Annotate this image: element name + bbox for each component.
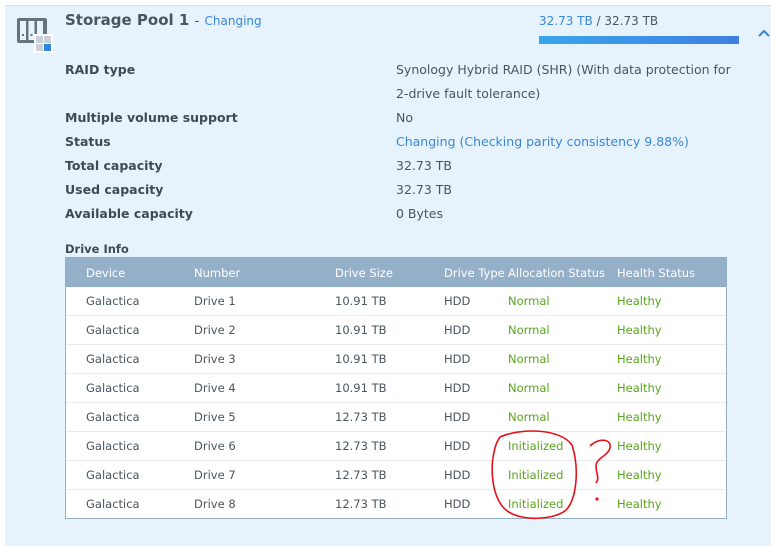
property-value: 32.73 TB	[396, 182, 452, 197]
pool-title: Storage Pool 1 - Changing	[65, 11, 262, 29]
pool-state-link[interactable]: Changing	[205, 14, 262, 28]
table-row[interactable]: Galactica Drive 3 10.91 TB HDD Normal Healthy	[66, 344, 726, 373]
property-label: Used capacity	[65, 182, 164, 197]
cell-device: Galactica	[86, 439, 140, 453]
cell-health-status: Healthy	[617, 497, 662, 511]
table-row[interactable]: Galactica Drive 6 12.73 TB HDD Initialized He…	[66, 431, 726, 460]
pool-properties: RAID type Synology Hybrid RAID (SHR) (Wi…	[65, 58, 765, 226]
table-body: Galactica Drive 1 10.91 TB HDD Normal Healthy…	[66, 287, 726, 518]
property-row-multiple-volume: Multiple volume support No	[65, 106, 765, 130]
cell-number: Drive 1	[194, 294, 236, 308]
table-row[interactable]: Galactica Drive 5 12.73 TB HDD Normal Healthy	[66, 402, 726, 431]
property-value: Synology Hybrid RAID (SHR) (With data pr…	[396, 62, 731, 101]
property-row-used-capacity: Used capacity 32.73 TB	[65, 178, 765, 202]
cell-drive-size: 10.91 TB	[335, 294, 387, 308]
property-label: Available capacity	[65, 206, 193, 221]
table-row[interactable]: Galactica Drive 2 10.91 TB HDD Normal Healthy	[66, 315, 726, 344]
property-value: No	[396, 110, 413, 125]
cell-drive-type: HDD	[444, 410, 471, 424]
cell-drive-type: HDD	[444, 294, 471, 308]
pool-usage-bar-fill	[539, 36, 739, 44]
cell-drive-type: HDD	[444, 381, 471, 395]
cell-device: Galactica	[86, 468, 140, 482]
storage-pool-icon	[17, 18, 53, 53]
cell-health-status: Healthy	[617, 468, 662, 482]
property-value: Changing (Checking parity consistency 9.…	[396, 130, 741, 154]
cell-drive-size: 12.73 TB	[335, 497, 387, 511]
pool-usage-separator: /	[592, 14, 605, 28]
cell-drive-type: HDD	[444, 439, 471, 453]
property-label: Multiple volume support	[65, 110, 238, 125]
cell-drive-type: HDD	[444, 497, 471, 511]
table-row[interactable]: Galactica Drive 1 10.91 TB HDD Normal Healthy	[66, 287, 726, 315]
column-header-drive-size[interactable]: Drive Size	[335, 266, 444, 280]
cell-number: Drive 2	[194, 323, 236, 337]
cell-drive-size: 12.73 TB	[335, 468, 387, 482]
table-row[interactable]: Galactica Drive 4 10.91 TB HDD Normal Healthy	[66, 373, 726, 402]
cell-device: Galactica	[86, 323, 140, 337]
column-header-device[interactable]: Device	[66, 266, 194, 280]
cell-number: Drive 5	[194, 410, 236, 424]
column-header-number[interactable]: Number	[194, 266, 335, 280]
property-label: Total capacity	[65, 158, 163, 173]
cell-number: Drive 8	[194, 497, 236, 511]
cell-number: Drive 3	[194, 352, 236, 366]
cell-allocation-status: Normal	[508, 294, 550, 308]
pool-usage-text: 32.73 TB / 32.73 TB	[539, 14, 658, 28]
cell-device: Galactica	[86, 352, 140, 366]
cell-drive-type: HDD	[444, 468, 471, 482]
storage-pool-panel: Storage Pool 1 - Changing 32.73 TB / 32.…	[5, 5, 771, 546]
cell-number: Drive 6	[194, 439, 236, 453]
cell-allocation-status: Normal	[508, 381, 550, 395]
cell-drive-type: HDD	[444, 352, 471, 366]
drive-info-title: Drive Info	[65, 242, 129, 256]
cell-allocation-status: Normal	[508, 352, 550, 366]
cell-allocation-status: Initialized	[508, 497, 564, 511]
cell-health-status: Healthy	[617, 439, 662, 453]
cell-device: Galactica	[86, 497, 140, 511]
property-row-total-capacity: Total capacity 32.73 TB	[65, 154, 765, 178]
status-link[interactable]: Changing (Checking parity consistency 9.…	[396, 134, 689, 149]
cell-health-status: Healthy	[617, 294, 662, 308]
table-header: Device Number Drive Size Drive Type Allo…	[66, 258, 726, 287]
cell-device: Galactica	[86, 381, 140, 395]
drive-info-table: Device Number Drive Size Drive Type Allo…	[65, 257, 727, 519]
cell-allocation-status: Initialized	[508, 439, 564, 453]
cell-health-status: Healthy	[617, 410, 662, 424]
pool-usage-bar	[539, 36, 739, 44]
pool-used-value: 32.73 TB	[539, 14, 593, 28]
chevron-up-icon[interactable]	[757, 26, 771, 40]
property-row-available-capacity: Available capacity 0 Bytes	[65, 202, 765, 226]
cell-drive-size: 10.91 TB	[335, 381, 387, 395]
property-row-raid-type: RAID type Synology Hybrid RAID (SHR) (Wi…	[65, 58, 765, 106]
pool-total-value: 32.73 TB	[604, 14, 659, 28]
cell-health-status: Healthy	[617, 352, 662, 366]
pool-name: Storage Pool 1	[65, 11, 190, 29]
cell-health-status: Healthy	[617, 381, 662, 395]
table-row[interactable]: Galactica Drive 8 12.73 TB HDD Initialized He…	[66, 489, 726, 518]
table-row[interactable]: Galactica Drive 7 12.73 TB HDD Initialized He…	[66, 460, 726, 489]
cell-device: Galactica	[86, 410, 140, 424]
cell-allocation-status: Normal	[508, 410, 550, 424]
property-value: 32.73 TB	[396, 158, 452, 173]
cell-number: Drive 7	[194, 468, 236, 482]
cell-drive-size: 12.73 TB	[335, 439, 387, 453]
cell-number: Drive 4	[194, 381, 236, 395]
column-header-drive-type[interactable]: Drive Type	[444, 266, 508, 280]
cell-allocation-status: Normal	[508, 323, 550, 337]
pool-title-separator: -	[194, 14, 200, 29]
property-label: Status	[65, 134, 111, 149]
cell-drive-size: 10.91 TB	[335, 323, 387, 337]
property-label: RAID type	[65, 62, 136, 77]
cell-drive-size: 10.91 TB	[335, 352, 387, 366]
cell-drive-type: HDD	[444, 323, 471, 337]
cell-health-status: Healthy	[617, 323, 662, 337]
cell-drive-size: 12.73 TB	[335, 410, 387, 424]
column-header-allocation-status[interactable]: Allocation Status	[508, 266, 617, 280]
property-value: 0 Bytes	[396, 206, 444, 221]
property-row-status: Status Changing (Checking parity consist…	[65, 130, 765, 154]
column-header-health-status[interactable]: Health Status	[617, 266, 726, 280]
cell-allocation-status: Initialized	[508, 468, 564, 482]
cell-device: Galactica	[86, 294, 140, 308]
